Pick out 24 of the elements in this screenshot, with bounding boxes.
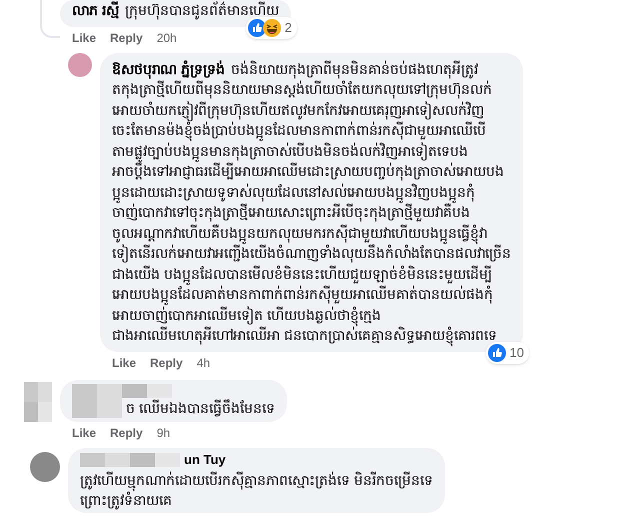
reaction-count: 10 xyxy=(510,344,524,362)
action-link[interactable]: Like xyxy=(112,354,136,372)
comment-text: ត្រូវហើយម្មុកណាក់ដោយបើរកស៊ីគ្មានភាពស្មោះត្រង់ទេ មិនរីកចម្រើនទេ ព្រោះត្រូវទំនាយគេ xyxy=(80,470,433,510)
author-name[interactable]: un Tuy xyxy=(184,450,226,470)
action-link[interactable]: Like xyxy=(72,28,96,46)
timestamp[interactable]: 4h xyxy=(196,354,210,372)
reaction-badge[interactable]: 10 xyxy=(486,342,529,364)
laughing-face-icon xyxy=(262,18,281,37)
avatar[interactable] xyxy=(68,52,92,76)
timestamp[interactable]: 20h xyxy=(156,28,177,46)
action-link[interactable]: Reply xyxy=(110,424,143,442)
like-icon xyxy=(248,18,266,37)
reaction-badge[interactable]: 2 xyxy=(246,17,297,38)
author-name[interactable]: លាភ រស្មី xyxy=(72,0,119,20)
reaction-count: 2 xyxy=(284,19,292,37)
action-link[interactable]: Like xyxy=(72,424,96,442)
action-link[interactable]: Reply xyxy=(110,28,143,46)
comment-text: ច ឈើមឯងបានធ្វើចឹងមែនទេ xyxy=(126,398,275,418)
pixelated-area xyxy=(24,382,52,422)
timestamp[interactable]: 9h xyxy=(156,424,170,442)
author-name[interactable]: ឱសថបុរាណ ភ្នំទ្រទ្រង់ xyxy=(112,58,225,79)
avatar[interactable] xyxy=(30,452,60,482)
comment-text: ចង់និយាយកុងត្រាពីមុនមិនគាន់ចប់ផងហេតុអីត្រូវ xyxy=(230,60,478,79)
action-link[interactable]: Reply xyxy=(150,354,183,372)
